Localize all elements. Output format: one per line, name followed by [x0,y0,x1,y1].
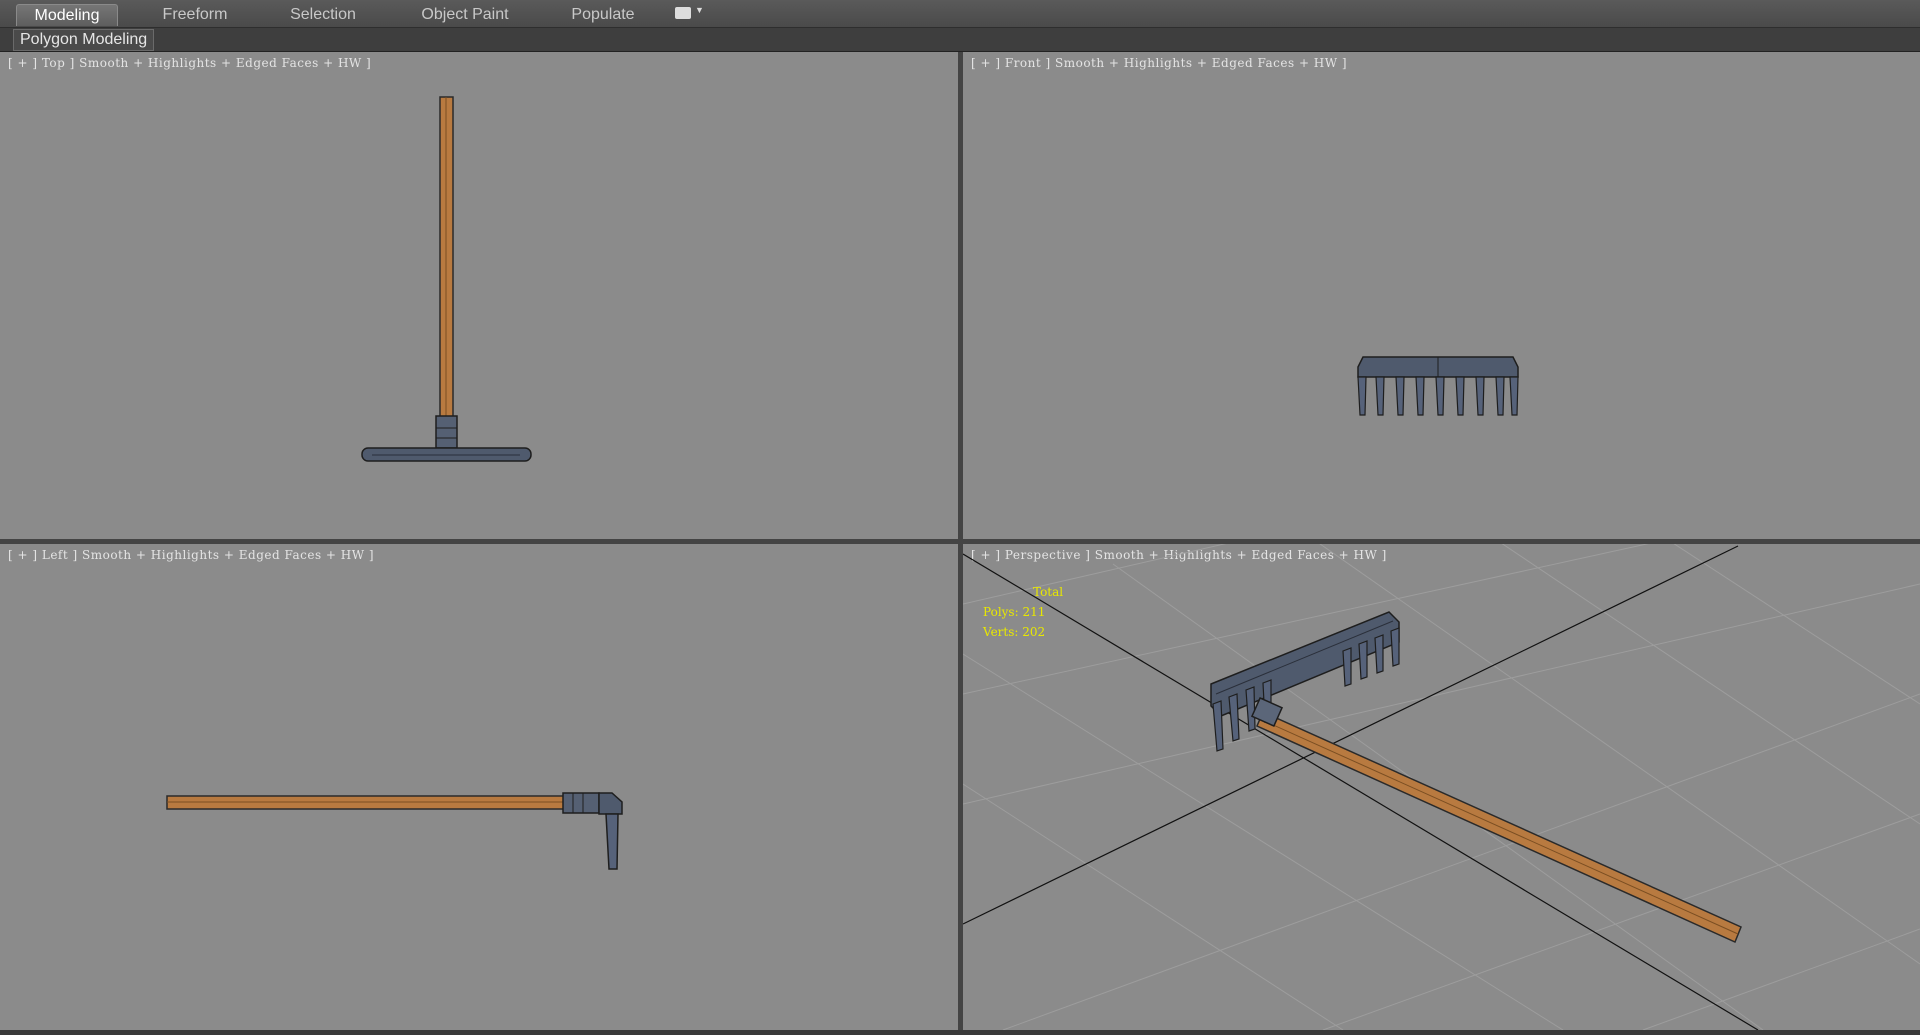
polygon-stats: Total Polys: 211 Verts: 202 [983,582,1063,642]
axis-lines [963,545,1759,1030]
stats-title: Total [1033,585,1064,599]
viewport-perspective[interactable]: [ + ] Perspective ] Smooth + Highlights … [963,544,1920,1030]
rake-top-view [361,96,532,462]
viewport-front[interactable]: [ + ] Front ] Smooth + Highlights + Edge… [963,52,1920,539]
rake-left-view [166,792,623,870]
dropdown-arrow-icon[interactable]: ▼ [695,5,704,15]
stats-verts: Verts: 202 [983,625,1046,639]
ribbon-tab-bar: Modeling Freeform Selection Object Paint… [0,0,1920,28]
viewport-left[interactable]: [ + ] Left ] Smooth + Highlights + Edged… [0,544,958,1030]
tab-modeling[interactable]: Modeling [16,4,118,26]
status-strip [0,1030,1920,1035]
tab-freeform[interactable]: Freeform [145,4,245,25]
tab-object-paint[interactable]: Object Paint [410,4,520,25]
tab-selection[interactable]: Selection [273,4,373,25]
rake-front-view [1357,356,1519,416]
viewport-top[interactable]: [ + ] Top ] Smooth + Highlights + Edged … [0,52,958,539]
tab-polygon-modeling[interactable]: Polygon Modeling [13,29,155,51]
stats-polys: Polys: 211 [983,605,1046,619]
ribbon-options-icon[interactable] [675,7,691,19]
ribbon-subbar: Polygon Modeling [0,28,1920,52]
rake-perspective-view [963,544,1920,1030]
tab-populate[interactable]: Populate [553,4,653,25]
grid-lines [963,544,1920,1030]
